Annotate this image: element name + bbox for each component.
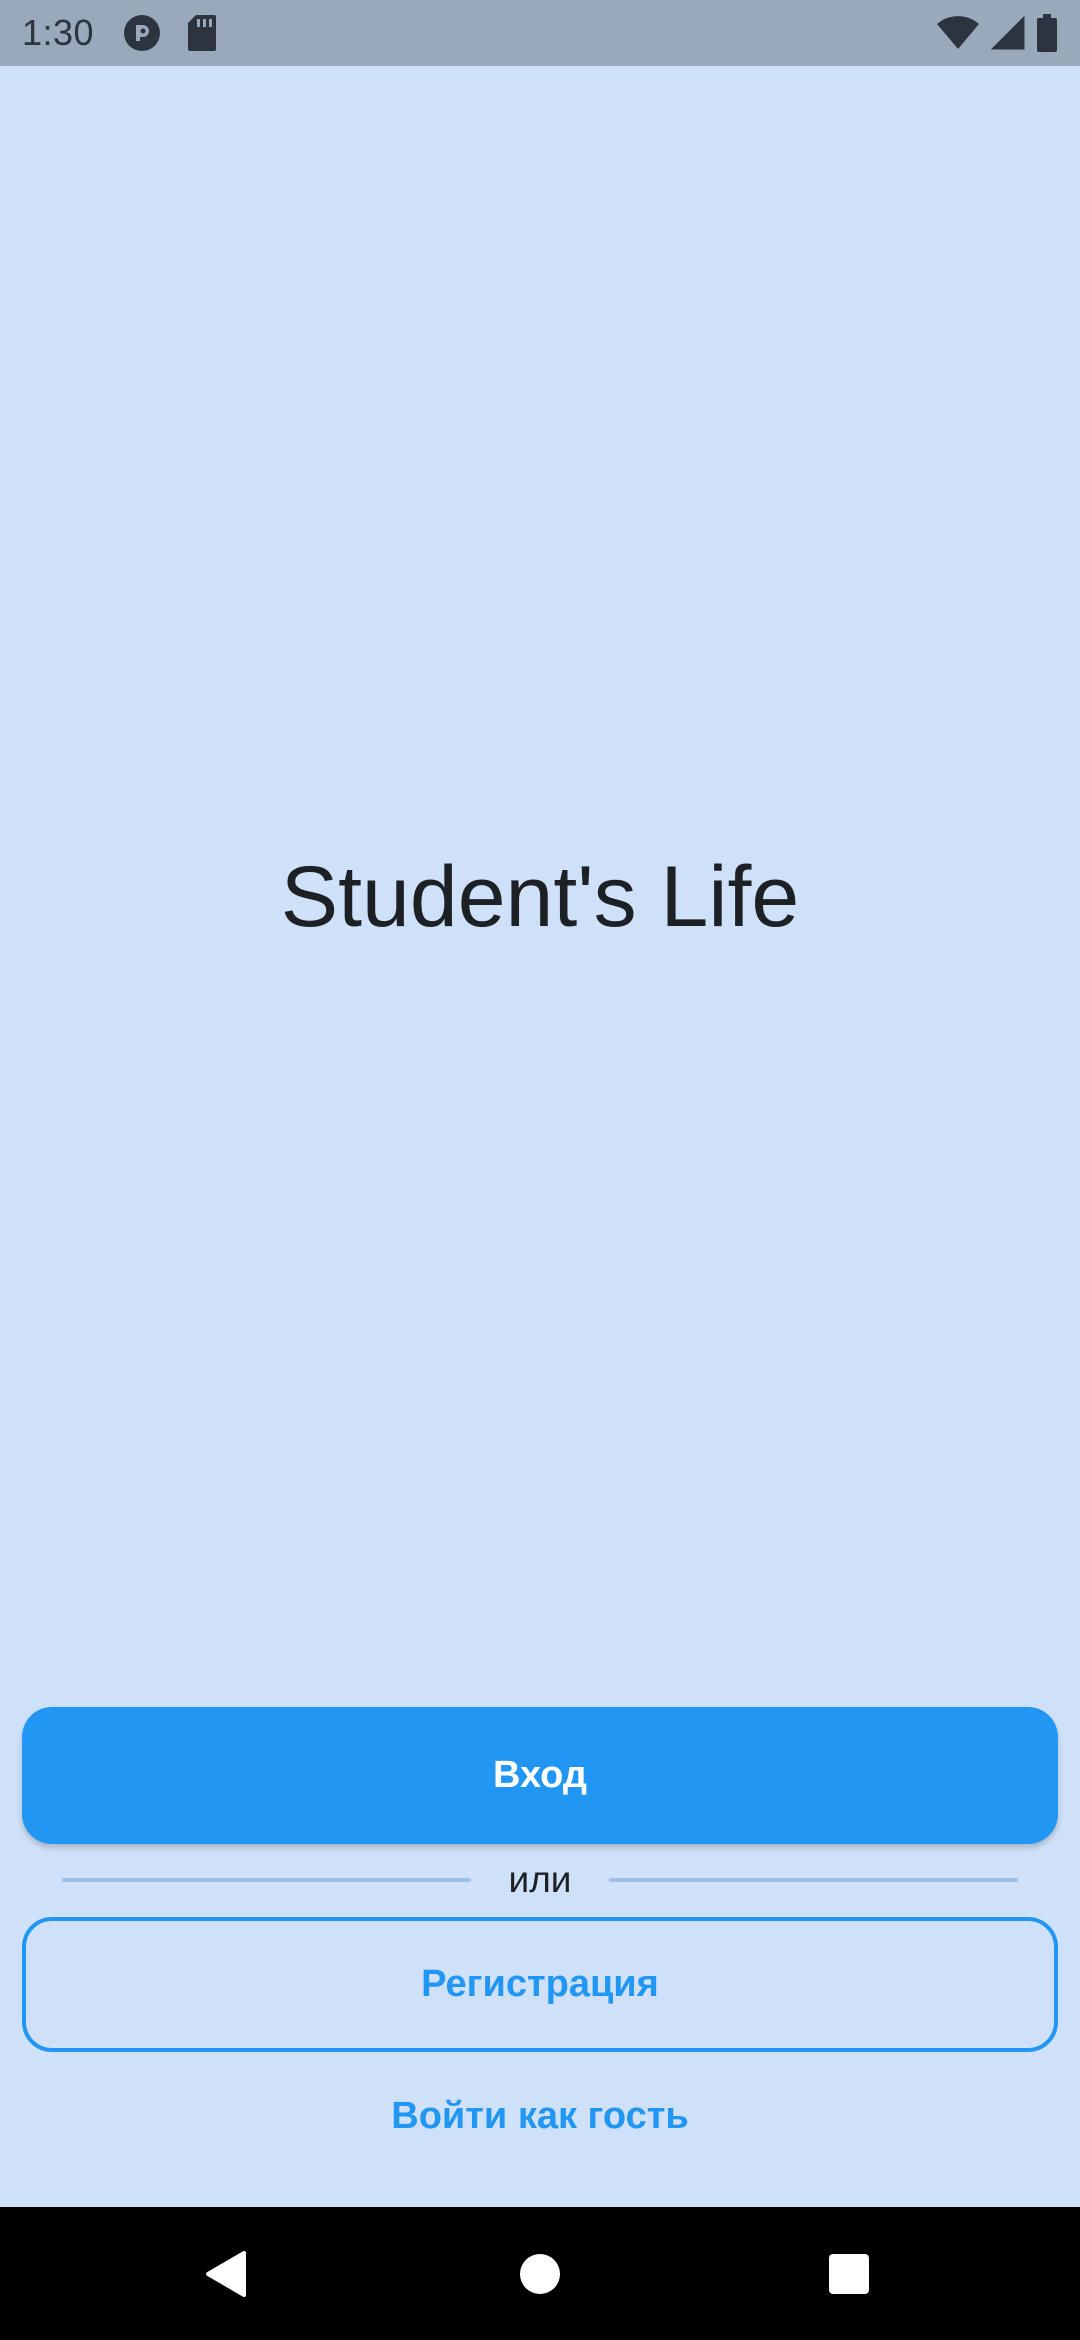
status-time: 1:30 (22, 12, 95, 53)
wifi-icon (936, 15, 980, 51)
cellular-signal-icon (990, 15, 1026, 51)
divider-line-left (62, 1878, 471, 1882)
sd-card-icon (186, 13, 218, 53)
login-button[interactable]: Вход (22, 1707, 1058, 1844)
app-title: Student's Life (280, 849, 800, 945)
status-right-icons (936, 14, 1058, 52)
recents-icon[interactable] (813, 2207, 885, 2340)
divider-label: или (508, 1859, 572, 1900)
guest-login-link[interactable]: Войти как гость (0, 2095, 1080, 2138)
register-button[interactable]: Регистрация (22, 1917, 1058, 2052)
status-left-icons (122, 13, 218, 53)
status-bar: 1:30 (0, 0, 1080, 66)
or-divider: или (62, 1859, 1018, 1900)
home-icon[interactable] (504, 2207, 576, 2340)
welcome-screen: 1:30 Student's Life Вход или Регистрация… (0, 0, 1080, 2340)
battery-icon (1036, 14, 1058, 52)
record-icon (122, 13, 162, 53)
back-icon[interactable] (190, 2207, 262, 2340)
divider-line-right (609, 1878, 1018, 1882)
navigation-bar (0, 2207, 1080, 2340)
